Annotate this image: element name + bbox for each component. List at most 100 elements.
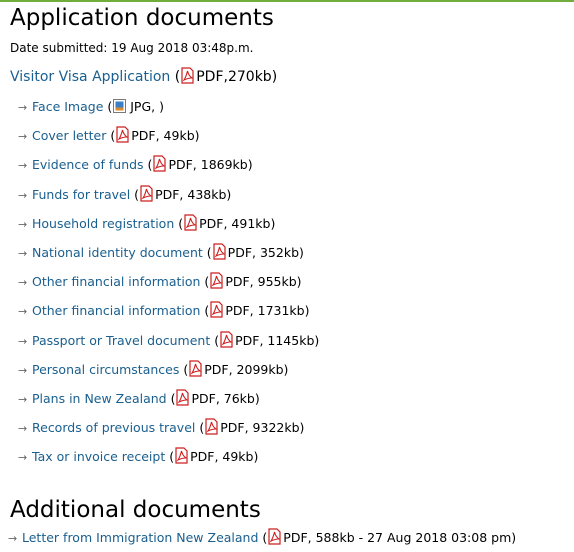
document-link[interactable]: Plans in New Zealand <box>32 391 167 406</box>
document-size: 491kb <box>231 215 271 231</box>
comma: , <box>192 157 201 173</box>
main-doc-size: 270kb <box>227 69 272 85</box>
document-link[interactable]: Personal circumstances <box>32 362 179 377</box>
document-item: → Passport or Travel document (PDF, 1145k… <box>18 330 320 360</box>
document-size: 1869kb <box>200 157 248 173</box>
pdf-file-icon <box>116 126 130 143</box>
comma: , <box>249 303 258 319</box>
main-doc-type: PDF <box>196 69 224 85</box>
application-documents-heading: Application documents <box>10 5 274 31</box>
pdf-file-icon <box>220 330 233 348</box>
document-link[interactable]: Evidence of funds <box>32 157 144 172</box>
close-paren: ) <box>253 449 259 465</box>
document-link[interactable]: Face Image <box>32 99 103 114</box>
document-item: → Tax or invoice receipt (PDF, 49kb) <box>18 447 319 476</box>
arrow-bullet-icon: → <box>18 422 28 436</box>
open-paren: ( <box>195 420 205 436</box>
close-paren: ) <box>247 157 253 173</box>
additional-document-item: → Letter from Immigration New Zealand (PD… <box>8 528 516 549</box>
close-paren: ) <box>226 186 232 202</box>
document-size: 1731kb <box>257 303 305 319</box>
close-paren: ) <box>296 274 302 290</box>
comma: , <box>215 390 224 406</box>
document-size: 438kb <box>187 186 227 202</box>
document-link[interactable]: Household registration <box>32 216 174 231</box>
document-link[interactable]: Passport or Travel document <box>32 333 210 348</box>
document-size: 1145kb <box>267 332 315 348</box>
document-link[interactable]: Cover letter <box>32 128 106 143</box>
open-paren: ( <box>202 244 212 260</box>
document-item: → Records of previous travel (PDF, 9322kb… <box>18 418 319 447</box>
document-link[interactable]: Tax or invoice receipt <box>32 449 165 464</box>
document-item: → Face Image (JPG, ) <box>18 97 319 126</box>
arrow-bullet-icon: → <box>18 451 28 465</box>
comma: , <box>228 361 237 377</box>
open-paren: ( <box>103 99 113 114</box>
document-size: 76kb <box>223 390 255 406</box>
separator: - <box>354 530 368 545</box>
document-item: → Other financial information (PDF, 1731k… <box>18 301 319 330</box>
open-paren: ( <box>143 157 153 173</box>
document-link[interactable]: Other financial information <box>32 274 200 289</box>
comma: , <box>155 128 164 144</box>
document-item: → Household registration (PDF, 491kb) <box>18 214 319 243</box>
document-size: 588kb <box>315 530 355 545</box>
document-type: PDF <box>225 303 250 319</box>
close-paren: ) <box>299 420 305 436</box>
arrow-bullet-icon: → <box>18 363 28 377</box>
arrow-bullet-icon: → <box>18 188 28 202</box>
document-type: PDF <box>191 390 216 406</box>
pdf-file-icon <box>184 214 197 231</box>
document-item: → Personal circumstances (PDF, 2099kb) <box>18 360 319 389</box>
comma: , <box>249 274 258 290</box>
open-paren: ( <box>179 361 189 377</box>
document-size: 49kb <box>222 449 254 465</box>
document-type: JPG <box>130 99 152 114</box>
document-link[interactable]: Records of previous travel <box>32 420 195 435</box>
pdf-file-icon <box>175 447 188 464</box>
arrow-bullet-icon: → <box>18 101 28 114</box>
document-type: PDF <box>227 244 253 260</box>
arrow-bullet-icon: → <box>18 246 28 260</box>
pdf-file-icon <box>210 301 224 318</box>
additional-document-link[interactable]: Letter from Immigration New Zealand <box>22 530 258 545</box>
comma: , <box>244 420 253 436</box>
arrow-bullet-icon: → <box>18 392 28 406</box>
close-paren: ) <box>270 215 276 231</box>
document-item: → Cover letter (PDF, 49kb) <box>18 126 319 155</box>
open-paren: ( <box>174 215 184 231</box>
close-paren: ) <box>271 69 278 85</box>
visitor-visa-application-link[interactable]: Visitor Visa Application <box>10 69 170 85</box>
arrow-bullet-icon: → <box>18 159 28 173</box>
arrow-bullet-icon: → <box>18 334 28 348</box>
close-paren: ) <box>283 361 289 377</box>
pdf-file-icon <box>213 243 226 260</box>
document-size: 9322kb <box>252 420 300 436</box>
document-link[interactable]: Funds for travel <box>32 187 130 202</box>
pdf-file-icon <box>153 155 167 172</box>
document-type: PDF <box>168 157 193 173</box>
comma: , <box>252 244 260 260</box>
document-type: PDF <box>283 530 308 545</box>
pdf-file-icon <box>176 389 190 406</box>
document-link[interactable]: Other financial information <box>32 303 200 318</box>
open-paren: ( <box>165 449 175 465</box>
pdf-file-icon <box>189 360 203 377</box>
document-link[interactable]: National identity document <box>32 245 203 260</box>
arrow-bullet-icon: → <box>18 130 28 144</box>
document-type: PDF <box>199 215 224 231</box>
close-paren: ) <box>314 332 320 348</box>
arrow-bullet-icon: → <box>18 276 28 290</box>
pdf-file-icon <box>181 67 195 84</box>
additional-documents-heading: Additional documents <box>10 497 261 523</box>
document-item: → National identity document (PDF, 352kb) <box>18 243 319 272</box>
open-paren: ( <box>200 274 210 290</box>
close-paren: ) <box>299 244 304 260</box>
document-type: PDF <box>235 332 260 348</box>
document-item: → Funds for travel (PDF, 438kb) <box>18 184 319 214</box>
document-date: 27 Aug 2018 03:08 pm <box>367 530 512 545</box>
open-paren: ( <box>258 530 268 545</box>
application-document-list: → Face Image (JPG, ) → Cover letter (PDF, 4… <box>18 97 319 476</box>
close-paren: ) <box>159 99 165 114</box>
close-paren: ) <box>194 128 200 144</box>
